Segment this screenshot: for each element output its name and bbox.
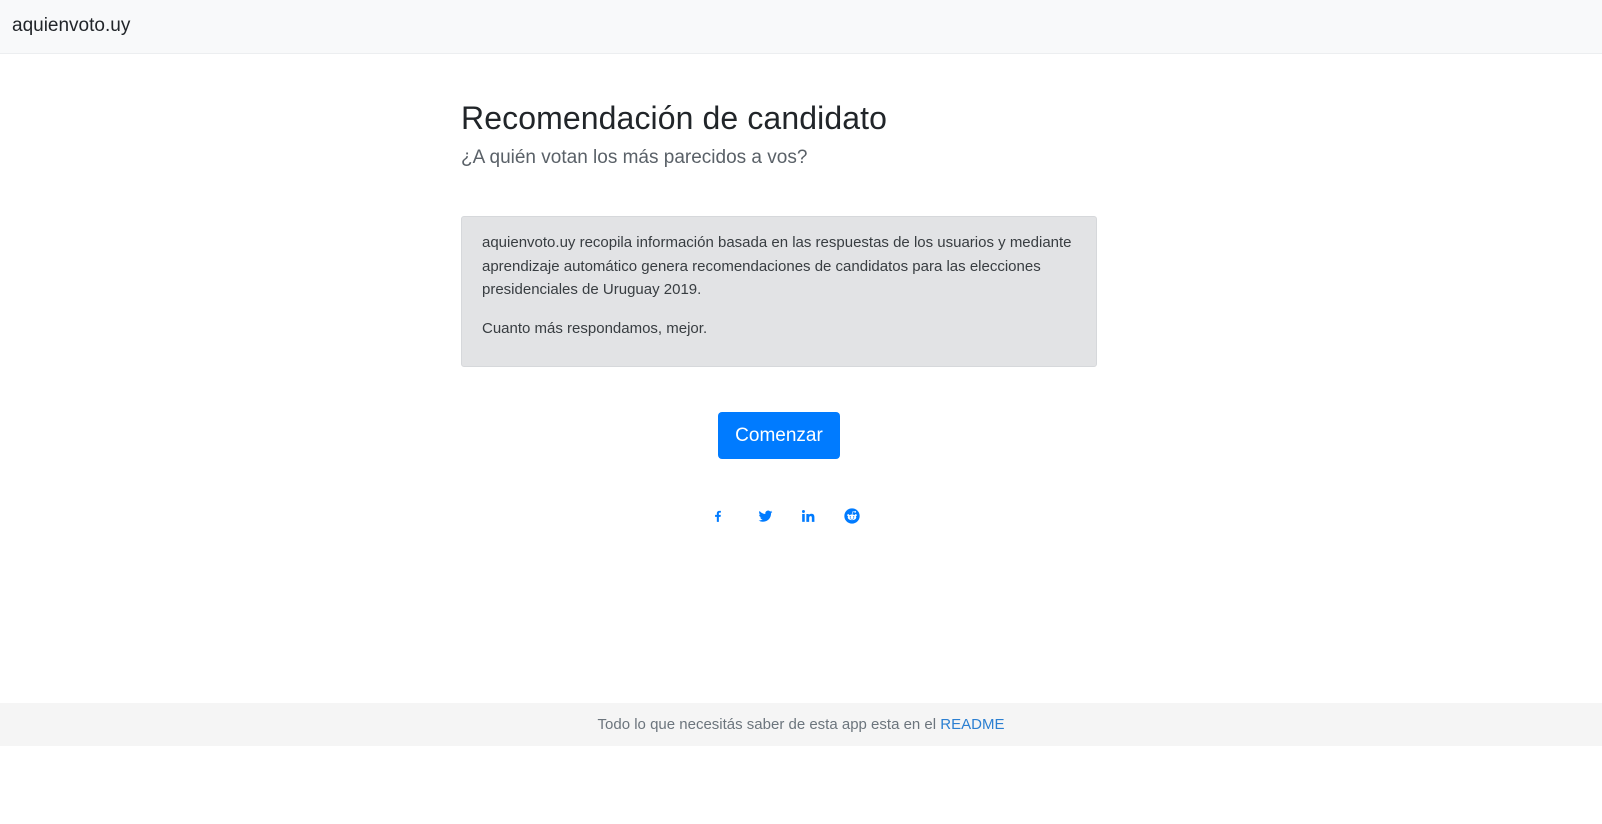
page-subtitle: ¿A quién votan los más parecidos a vos? xyxy=(461,147,808,168)
share-facebook-link[interactable] xyxy=(707,505,729,527)
start-button-wrapper: Comenzar xyxy=(461,412,1097,459)
start-button[interactable]: Comenzar xyxy=(718,412,840,459)
share-reddit-link[interactable] xyxy=(841,505,863,527)
info-paragraph-encouragement: Cuanto más respondamos, mejor. xyxy=(482,319,708,337)
page-title: Recomendación de candidato xyxy=(461,100,888,136)
info-alert: aquienvoto.uy recopila información basad… xyxy=(461,216,1097,367)
twitter-icon xyxy=(758,510,772,522)
reddit-icon xyxy=(844,508,860,524)
linkedin-icon xyxy=(801,510,815,522)
navbar: aquienvoto.uy xyxy=(0,0,1602,54)
facebook-icon xyxy=(715,510,721,522)
info-paragraph-description: aquienvoto.uy recopila información basad… xyxy=(482,234,1072,298)
share-linkedin-link[interactable] xyxy=(797,505,819,527)
page: aquienvoto.uy Recomendación de candidato… xyxy=(0,0,1602,824)
readme-link[interactable]: README xyxy=(940,716,1004,733)
footer: Todo lo que necesitás saber de esta app … xyxy=(0,703,1602,746)
share-twitter-link[interactable] xyxy=(754,505,776,527)
footer-text: Todo lo que necesitás saber de esta app … xyxy=(597,716,941,733)
share-bar xyxy=(461,505,1097,527)
brand-link[interactable]: aquienvoto.uy xyxy=(12,15,130,37)
